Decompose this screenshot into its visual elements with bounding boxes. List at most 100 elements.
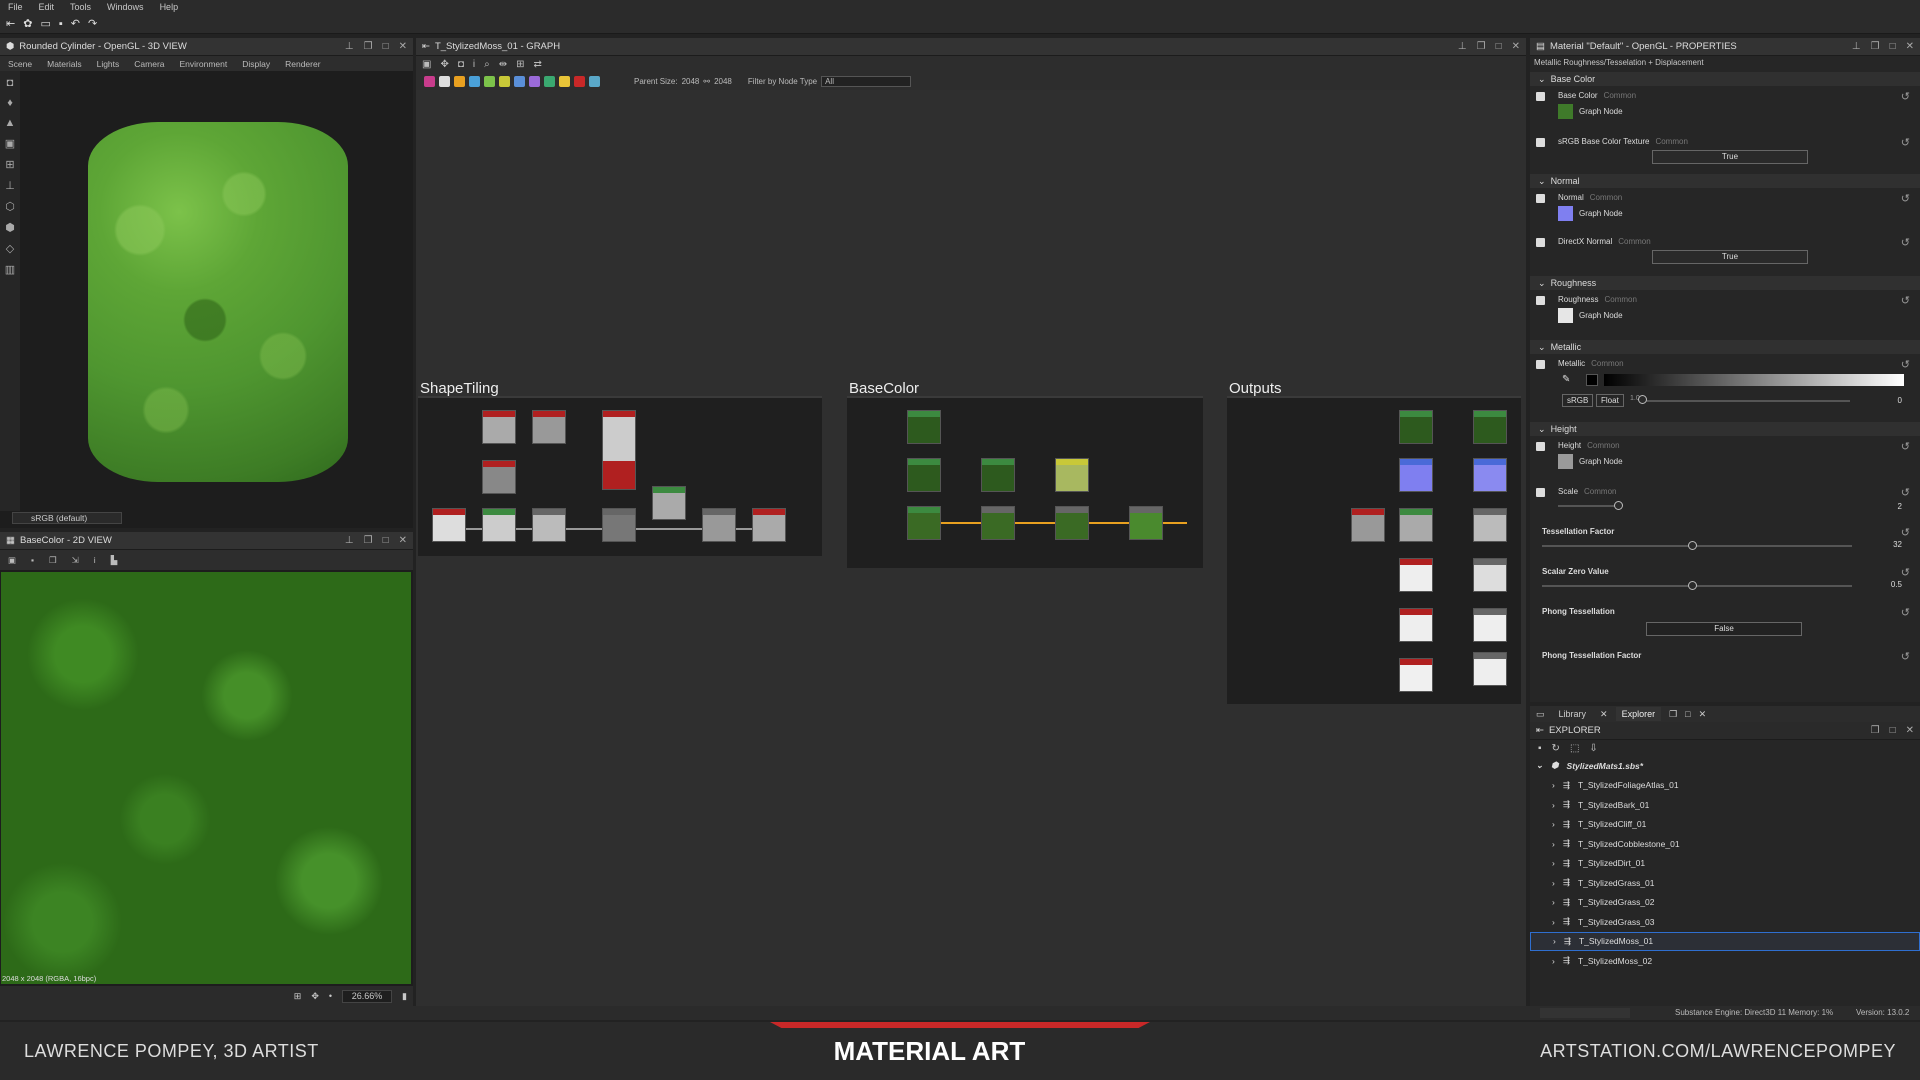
menu-help[interactable]: Help <box>160 2 179 12</box>
view3d-menu-scene[interactable]: Scene <box>8 59 32 69</box>
publish-icon[interactable]: ⇩ <box>1589 743 1597 754</box>
graph-node[interactable] <box>1473 508 1507 542</box>
lock-icon[interactable]: ▮ <box>402 991 407 1002</box>
chevron-right-icon[interactable]: › <box>1552 858 1555 868</box>
menu-windows[interactable]: Windows <box>107 2 144 12</box>
pin-icon[interactable]: ⊥ <box>1852 41 1861 52</box>
srgb-texture-toggle[interactable]: True <box>1652 150 1808 164</box>
new-icon[interactable]: ⇤ <box>6 17 15 30</box>
graph-node[interactable] <box>532 508 566 542</box>
normal-swatch[interactable] <box>1558 206 1573 221</box>
undo-icon[interactable]: ↶ <box>71 17 80 30</box>
scale-slider-knob[interactable] <box>1614 501 1623 510</box>
metallic-slider-track[interactable] <box>1640 400 1850 402</box>
view3d-menu-environment[interactable]: Environment <box>180 59 228 69</box>
node-levels-icon[interactable] <box>484 75 495 87</box>
graph-node[interactable] <box>1129 506 1163 540</box>
float-icon[interactable]: ❐ <box>364 41 373 52</box>
node-blend-icon[interactable] <box>454 75 465 87</box>
chevron-down-icon[interactable]: ⌄ <box>1536 760 1543 771</box>
light-icon[interactable]: ♦ <box>7 97 13 109</box>
refresh-icon[interactable]: ↻ <box>1552 743 1560 754</box>
reset-icon[interactable]: ↺ <box>1901 650 1910 663</box>
chevron-right-icon[interactable]: › <box>1552 819 1555 829</box>
graph-node[interactable] <box>1473 608 1507 642</box>
graph-node[interactable] <box>1473 558 1507 592</box>
chevron-right-icon[interactable]: › <box>1552 780 1555 790</box>
mesh-icon[interactable]: ⬡ <box>5 200 15 213</box>
chevron-right-icon[interactable]: › <box>1552 839 1555 849</box>
metallic-srgb-button[interactable]: sRGB <box>1562 394 1594 407</box>
tab-library[interactable]: Library <box>1553 707 1593 721</box>
camera-icon[interactable]: ◘ <box>458 59 464 70</box>
section-base-color[interactable]: ⌄ Base Color <box>1530 72 1920 86</box>
pin-icon[interactable]: ⊥ <box>345 41 354 52</box>
chevron-right-icon[interactable]: › <box>1552 956 1555 966</box>
camera-icon[interactable]: ◘ <box>7 77 14 89</box>
node-gradient-icon[interactable] <box>499 75 510 87</box>
phong-tessellation-toggle[interactable]: False <box>1646 622 1802 636</box>
height-swatch[interactable] <box>1558 454 1573 469</box>
section-height[interactable]: ⌄ Height <box>1530 422 1920 436</box>
display-icon[interactable]: ▣ <box>5 137 15 150</box>
node-bitmap-icon[interactable] <box>424 75 435 87</box>
chevron-right-icon[interactable]: › <box>1552 800 1555 810</box>
tab-explorer[interactable]: Explorer <box>1615 707 1662 721</box>
directx-normal-checkbox[interactable] <box>1536 238 1545 247</box>
grid-icon[interactable]: ⊞ <box>5 158 14 171</box>
maximize-icon[interactable]: □ <box>1685 709 1690 719</box>
save-icon[interactable]: ▪ <box>31 555 34 565</box>
reset-icon[interactable]: ↺ <box>1901 440 1910 453</box>
graph-node[interactable] <box>981 458 1015 492</box>
fit-icon[interactable]: ✥ <box>311 991 319 1002</box>
node-noise-icon[interactable] <box>514 75 525 87</box>
frame-icon[interactable]: ▣ <box>422 59 431 70</box>
list-item[interactable]: › ⇶ T_StylizedBark_01 <box>1530 795 1920 815</box>
close-icon[interactable]: ✕ <box>1906 725 1914 736</box>
chevron-right-icon[interactable]: › <box>1552 878 1555 888</box>
reset-icon[interactable]: ↺ <box>1901 136 1910 149</box>
chevron-right-icon[interactable]: › <box>1552 917 1555 927</box>
zoom-out-icon[interactable]: • <box>329 991 332 1001</box>
graph-node[interactable] <box>432 508 466 542</box>
graph-node[interactable] <box>482 410 516 444</box>
maximize-icon[interactable]: □ <box>1890 41 1896 52</box>
roughness-checkbox[interactable] <box>1536 296 1545 305</box>
filter-select[interactable]: All <box>821 75 912 87</box>
srgb-texture-checkbox[interactable] <box>1536 138 1545 147</box>
graph-node[interactable] <box>752 508 786 542</box>
metallic-float-button[interactable]: Float <box>1596 394 1624 407</box>
new-graph-icon[interactable]: ⬚ <box>1570 743 1579 754</box>
frame-shapetiling[interactable] <box>418 396 822 556</box>
save-icon[interactable]: ▪ <box>1538 743 1542 754</box>
layout-icon[interactable]: ⊞ <box>516 59 524 70</box>
environment-icon[interactable]: ▲ <box>5 117 16 129</box>
list-item[interactable]: › ⇶ T_StylizedCobblestone_01 <box>1530 834 1920 854</box>
node-filter-icon[interactable] <box>544 75 555 87</box>
align-icon[interactable]: ⇹ <box>499 59 507 70</box>
node-uniform-icon[interactable] <box>439 75 450 87</box>
list-item[interactable]: › ⇶ T_StylizedGrass_03 <box>1530 912 1920 932</box>
reset-icon[interactable]: ↺ <box>1901 236 1910 249</box>
close-icon[interactable]: ✕ <box>1512 41 1520 52</box>
link-icon[interactable]: ⇄ <box>534 59 542 70</box>
scale-checkbox[interactable] <box>1536 488 1545 497</box>
float-icon[interactable]: ❐ <box>364 535 373 546</box>
float-icon[interactable]: ❐ <box>1871 725 1880 736</box>
directx-normal-toggle[interactable]: True <box>1652 250 1808 264</box>
reset-icon[interactable]: ↺ <box>1901 526 1910 539</box>
info-icon[interactable]: i <box>94 555 96 565</box>
axis-icon[interactable]: ⊥ <box>5 179 15 192</box>
list-item[interactable]: › ⇶ T_StylizedFoliageAtlas_01 <box>1530 776 1920 796</box>
graph-node[interactable] <box>1055 506 1089 540</box>
graph-node[interactable] <box>981 506 1015 540</box>
frame-outputs[interactable] <box>1227 396 1521 704</box>
graph-node[interactable] <box>1399 558 1433 592</box>
graph-node[interactable] <box>1473 458 1507 492</box>
view3d-menu-lights[interactable]: Lights <box>97 59 120 69</box>
save-icon[interactable]: ▪ <box>59 18 63 30</box>
graph-node[interactable] <box>532 410 566 444</box>
graph-node[interactable] <box>602 508 636 542</box>
frame-basecolor[interactable] <box>847 396 1203 568</box>
list-item[interactable]: › ⇶ T_StylizedMoss_02 <box>1530 951 1920 971</box>
